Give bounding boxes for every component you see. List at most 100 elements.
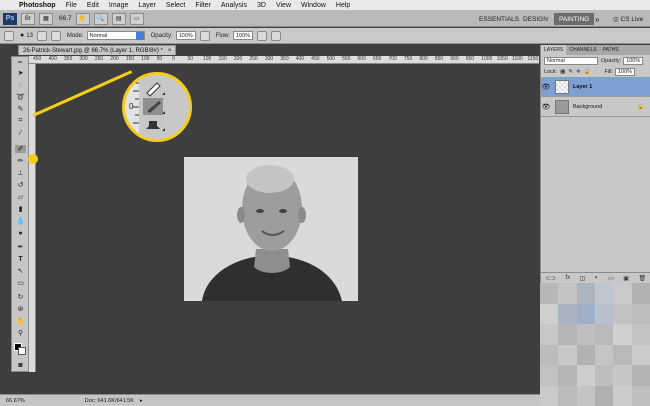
new-layer-icon[interactable]: ▣ xyxy=(623,275,629,282)
status-bar: 66.67% Doc: 641.6K/641.5K ▸ xyxy=(0,394,540,406)
mode-dropdown[interactable]: Normal xyxy=(86,31,145,40)
menu-filter[interactable]: Filter xyxy=(190,2,216,9)
group-icon[interactable]: ▭ xyxy=(608,275,614,282)
hand-tool-icon[interactable]: ✋ xyxy=(15,317,26,325)
status-zoom-value[interactable]: 66.67% xyxy=(6,398,25,404)
quick-mask-icon[interactable]: ◙ xyxy=(15,361,26,369)
trash-icon[interactable]: 🗑 xyxy=(639,275,647,282)
lasso-tool-icon[interactable]: ➰ xyxy=(15,93,26,101)
zoom-tool-icon[interactable]: ⚲ xyxy=(15,329,26,337)
layer-opacity-field[interactable]: 100% xyxy=(623,56,644,65)
menu-app-name[interactable]: Photoshop xyxy=(14,2,61,9)
zoom-level-select[interactable]: 66.7 xyxy=(59,15,72,22)
type-tool-icon[interactable]: T xyxy=(15,255,26,263)
blend-mode-dropdown[interactable]: Normal xyxy=(544,56,598,65)
brush-preset-picker[interactable]: ● 13 xyxy=(20,32,33,39)
ruler-tick-label: 400 xyxy=(295,56,305,62)
history-brush-tool-icon[interactable]: ↺ xyxy=(15,181,26,189)
menu-layer[interactable]: Layer xyxy=(133,2,161,9)
menu-edit[interactable]: Edit xyxy=(82,2,104,9)
fx-icon[interactable]: fx xyxy=(565,275,570,281)
marquee-tool-icon[interactable]: ◌ xyxy=(15,81,26,89)
clone-stamp-tool-icon[interactable]: ⊥ xyxy=(15,169,26,177)
flow-field[interactable]: 100% xyxy=(233,31,254,40)
pressure-opacity-icon[interactable] xyxy=(199,30,210,41)
mosaic-tile xyxy=(540,385,559,406)
menu-help[interactable]: Help xyxy=(331,2,355,9)
airbrush-icon[interactable] xyxy=(257,30,268,41)
menu-view[interactable]: View xyxy=(271,2,296,9)
eyedropper-tool-icon[interactable]: ⁄ xyxy=(15,129,26,137)
lock-transparency-icon[interactable]: ▦ xyxy=(560,69,565,75)
workspace-design[interactable]: DESIGN xyxy=(518,13,553,25)
workspace-painting[interactable]: PAINTING xyxy=(554,13,595,25)
document-tab[interactable]: 26-Patrick-Stewart.jpg @ 66.7% (Layer 1,… xyxy=(18,45,177,55)
lock-pixels-icon[interactable]: ✎ xyxy=(568,69,573,75)
zoom-tool-button[interactable]: 🔍 xyxy=(93,12,108,25)
link-icon[interactable]: ⊂⊃ xyxy=(546,275,556,282)
spot-healing-brush-tool-icon[interactable]: ✐ xyxy=(15,145,26,153)
gradient-tool-icon[interactable]: ▮ xyxy=(15,205,26,213)
tab-paths[interactable]: PATHS xyxy=(600,45,622,55)
hand-tool-button[interactable]: ✋ xyxy=(75,12,90,25)
mosaic-tile xyxy=(540,303,559,324)
move-tool-icon[interactable]: ➤ xyxy=(15,69,26,77)
brush-panel-toggle-icon[interactable] xyxy=(36,30,47,41)
callout-magnifier: 0 xyxy=(122,72,192,142)
menu-image[interactable]: Image xyxy=(104,2,133,9)
lock-all-icon[interactable]: 🔒 xyxy=(584,69,591,75)
pixelated-region xyxy=(540,283,650,406)
layer-row-layer-1[interactable]: 👁 Layer 1 xyxy=(541,77,650,97)
adjustment-icon[interactable]: ◐ xyxy=(595,275,599,281)
workspace-essentials[interactable]: ESSENTIALS xyxy=(474,13,524,25)
close-icon[interactable]: × xyxy=(168,48,172,54)
ruler-tick-label: 150 xyxy=(125,56,135,62)
menu-select[interactable]: Select xyxy=(161,2,190,9)
layer-name: Background xyxy=(573,103,603,110)
arrange-documents-button[interactable]: ▤ xyxy=(111,12,126,25)
crop-tool-icon[interactable]: ⌗ xyxy=(15,117,26,125)
cs-live-button[interactable]: ◎ CS Live xyxy=(608,13,648,25)
layer-row-background[interactable]: 👁 Background 🔒 xyxy=(541,97,650,117)
callout-dot xyxy=(28,154,38,164)
brush-tool-icon[interactable]: ✏ xyxy=(15,157,26,165)
visibility-eye-icon[interactable]: 👁 xyxy=(541,83,551,91)
screen-mode-button[interactable]: ▭ xyxy=(129,12,144,25)
pressure-size-icon[interactable] xyxy=(271,30,282,41)
lock-position-icon[interactable]: ✛ xyxy=(576,69,581,75)
opacity-field[interactable]: 100% xyxy=(175,31,196,40)
bridge-button[interactable]: Br xyxy=(21,12,35,25)
menu-analysis[interactable]: Analysis xyxy=(216,2,252,9)
fill-field[interactable]: 100% xyxy=(615,67,636,76)
visibility-eye-icon[interactable]: 👁 xyxy=(541,103,551,111)
tab-channels[interactable]: CHANNELS xyxy=(566,45,599,55)
mask-icon[interactable]: ◫ xyxy=(580,275,586,282)
svg-text:0: 0 xyxy=(129,102,134,111)
menu-3d[interactable]: 3D xyxy=(252,2,271,9)
tab-layers[interactable]: LAYERS xyxy=(541,45,567,55)
clone-source-panel-icon[interactable] xyxy=(50,30,61,41)
3d-orbit-tool-icon[interactable]: ⊛ xyxy=(15,305,26,313)
ruler-tick-label: 800 xyxy=(419,56,428,62)
menu-window[interactable]: Window xyxy=(296,2,331,9)
menu-file[interactable]: File xyxy=(61,2,82,9)
ruler-tick-label: 550 xyxy=(342,56,351,62)
portrait-photo[interactable] xyxy=(184,157,358,301)
tool-preset-picker-icon[interactable] xyxy=(4,30,14,41)
quick-selection-tool-icon[interactable]: ✎ xyxy=(15,105,26,113)
path-selection-tool-icon[interactable]: ↖ xyxy=(15,267,26,275)
pen-tool-icon[interactable]: ✒ xyxy=(15,243,26,251)
status-menu-arrow-icon[interactable]: ▸ xyxy=(140,398,143,404)
eraser-tool-icon[interactable]: ▱ xyxy=(15,193,26,201)
workspace-overflow-chevron[interactable]: » xyxy=(590,13,604,25)
mosaic-tile xyxy=(576,385,595,406)
shape-tool-icon[interactable]: ▭ xyxy=(15,279,26,287)
layer-name: Layer 1 xyxy=(573,83,593,90)
collapse-icon[interactable]: ▸▸ xyxy=(15,59,26,64)
blur-tool-icon[interactable]: 💧 xyxy=(15,217,26,225)
3d-rotate-tool-icon[interactable]: ↻ xyxy=(15,293,26,301)
dodge-tool-icon[interactable]: ● xyxy=(15,229,26,237)
opacity-label: Opacity: xyxy=(150,32,173,39)
background-color-swatch[interactable] xyxy=(18,347,26,355)
extras-button[interactable]: ▦ xyxy=(39,12,53,25)
